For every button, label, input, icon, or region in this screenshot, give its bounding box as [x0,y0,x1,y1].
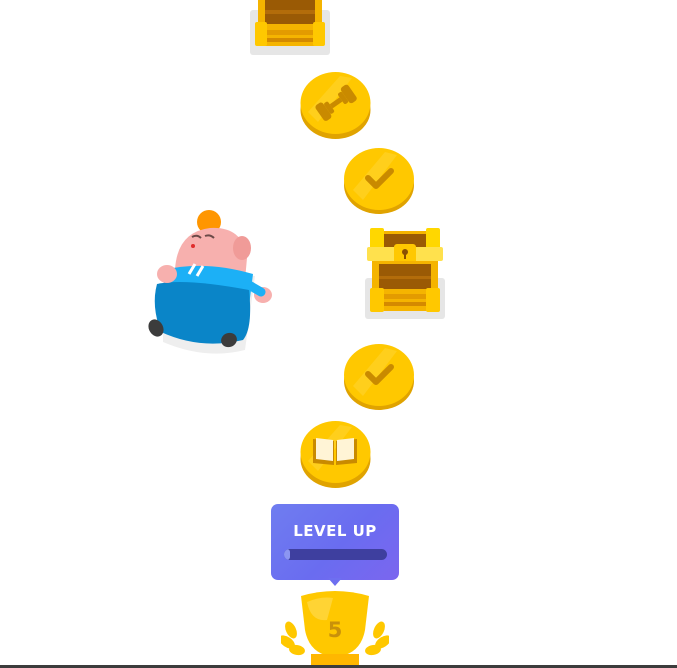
level-up-label: LEVEL UP [293,522,377,540]
lesson-node-completed-1[interactable] [343,148,415,215]
treasure-chest[interactable] [364,228,446,320]
mascot-character [145,210,275,360]
trophy-node[interactable]: 5 [281,590,389,668]
chest-icon [365,228,445,319]
mascot-character-icon [148,210,272,354]
level-up-badge[interactable]: LEVEL UP [271,504,399,586]
trophy-level-number: 5 [327,618,343,642]
level-up-progress-fill [284,549,291,560]
lesson-node-practice[interactable] [300,72,371,139]
treasure-chest-top[interactable] [250,0,330,56]
level-up-progress-bar [284,549,387,560]
lesson-node-completed-2[interactable] [343,344,415,411]
chest-icon [250,0,330,55]
lesson-node-story[interactable] [300,421,371,488]
tooltip-pointer [328,578,342,586]
